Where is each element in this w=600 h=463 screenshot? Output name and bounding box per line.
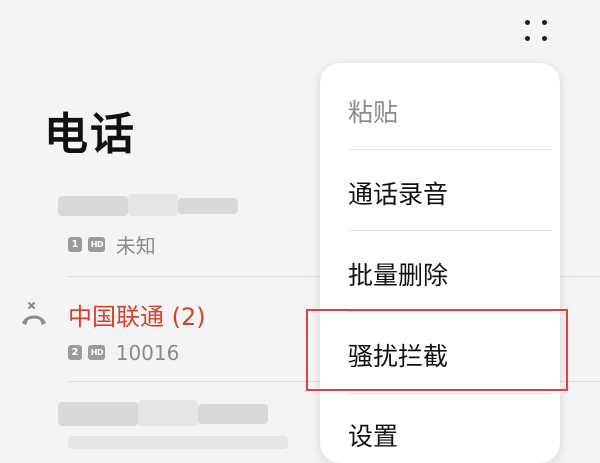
menu-item-call-recording[interactable]: 通话录音 <box>348 175 448 211</box>
highlight-annotation <box>306 309 568 391</box>
menu-item-paste[interactable]: 粘贴 <box>348 93 398 129</box>
more-options-button[interactable] <box>516 12 560 48</box>
contact-name: 中国联通 (2) <box>68 303 206 331</box>
sim-1-icon: 1 <box>68 237 82 252</box>
hd-icon: HD <box>88 237 106 252</box>
caller-location: 未知 <box>115 234 156 258</box>
menu-item-settings[interactable]: 设置 <box>348 417 398 453</box>
call-meta: 1 HD 未知 <box>68 230 156 259</box>
menu-item-batch-delete[interactable]: 批量删除 <box>348 256 448 292</box>
menu-divider <box>348 230 552 231</box>
page-title: 电话 <box>44 109 136 160</box>
hd-icon: HD <box>88 345 106 360</box>
sim-2-icon: 2 <box>68 345 82 360</box>
menu-divider <box>348 393 552 394</box>
call-meta: 2 HD 10016 <box>68 339 179 365</box>
caller-number: 10016 <box>115 340 180 365</box>
overflow-menu: 粘贴 通话录音 批量删除 骚扰拦截 设置 <box>320 63 560 463</box>
menu-divider <box>348 149 552 150</box>
missed-call-icon <box>22 302 46 325</box>
